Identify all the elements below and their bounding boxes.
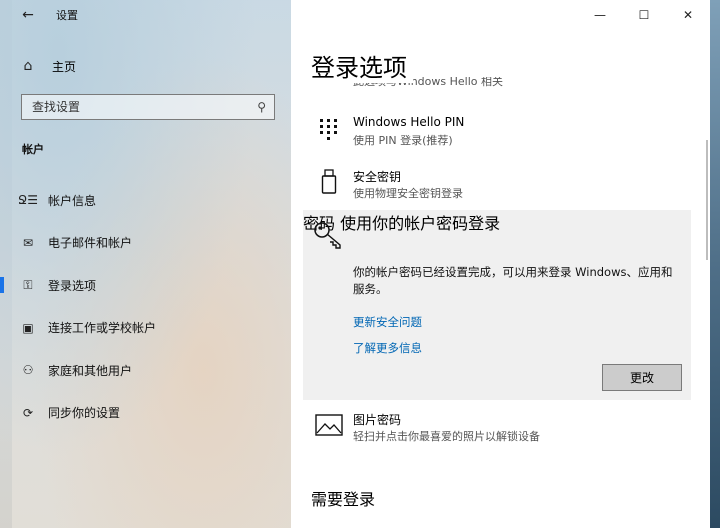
desktop-wallpaper-right bbox=[710, 0, 720, 528]
section-header-require-sign-in: 需要登录 bbox=[311, 490, 376, 509]
learn-more-link[interactable]: 了解更多信息 bbox=[353, 340, 422, 356]
person-list-icon: Ջ☰ bbox=[18, 193, 38, 207]
change-password-button[interactable]: 更改 bbox=[602, 364, 682, 391]
option-title: 图片密码 bbox=[353, 413, 402, 427]
page-title: 登录选项 bbox=[311, 48, 413, 83]
search-input[interactable] bbox=[32, 100, 242, 114]
nav-item-label: 电子邮件和帐户 bbox=[48, 236, 133, 251]
nav-item-sync-settings[interactable]: ⟳ 同步你的设置 bbox=[12, 399, 291, 427]
option-picture-password[interactable]: 图片密码 轻扫并点击你最喜爱的照片以解锁设备 bbox=[303, 410, 691, 446]
option-subtitle: 使用 PIN 登录(推荐) bbox=[353, 134, 453, 147]
usb-key-icon bbox=[315, 167, 343, 197]
nav-item-label: 帐户信息 bbox=[48, 193, 97, 208]
nav-item-email-accounts[interactable]: ✉ 电子邮件和帐户 bbox=[12, 229, 291, 257]
search-box[interactable]: ⚲ bbox=[21, 94, 275, 120]
nav-item-account-info[interactable]: Ջ☰ 帐户信息 bbox=[12, 186, 291, 214]
minimize-icon[interactable]: — bbox=[578, 0, 622, 30]
option-password-expanded[interactable]: 密码 使用你的帐户密码登录 你的帐户密码已经设置完成，可以用来登录 Window… bbox=[303, 210, 691, 400]
nav-list: Ջ☰ 帐户信息 ✉ 电子邮件和帐户 ⚿ 登录选项 ▣ 连接工作或学校帐户 ⚇ 家… bbox=[0, 186, 291, 442]
search-icon[interactable]: ⚲ bbox=[257, 100, 266, 114]
nav-item-work-school[interactable]: ▣ 连接工作或学校帐户 bbox=[12, 314, 291, 342]
briefcase-icon: ▣ bbox=[22, 320, 34, 335]
nav-item-sign-in-options[interactable]: ⚿ 登录选项 bbox=[0, 271, 291, 299]
update-security-questions-link[interactable]: 更新安全问题 bbox=[353, 314, 422, 330]
settings-nav-pane: ← 设置 ⌂ 主页 ⚲ 帐户 Ջ☰ 帐户信息 ✉ 电子邮件和帐户 ⚿ 登录选项 bbox=[0, 0, 291, 528]
option-security-key[interactable]: 安全密钥 使用物理安全密钥登录 bbox=[303, 167, 691, 203]
add-person-icon: ⚇ bbox=[22, 363, 34, 378]
nav-item-label: 登录选项 bbox=[48, 278, 97, 293]
option-subtitle: 使用你的帐户密码登录 bbox=[340, 214, 501, 233]
nav-item-label: 家庭和其他用户 bbox=[48, 363, 133, 378]
option-subtitle: 使用物理安全密钥登录 bbox=[353, 187, 463, 200]
key-icon: ⚿ bbox=[23, 277, 33, 292]
nav-home-label: 主页 bbox=[52, 59, 77, 74]
back-arrow-icon[interactable]: ← bbox=[14, 1, 42, 29]
option-title: Windows Hello PIN bbox=[353, 115, 465, 129]
section-header-accounts: 帐户 bbox=[22, 143, 44, 156]
nav-home[interactable]: ⌂ 主页 bbox=[12, 52, 282, 80]
password-description: 你的帐户密码已经设置完成，可以用来登录 Windows、应用和服务。 bbox=[353, 265, 673, 296]
picture-icon bbox=[315, 410, 343, 440]
home-icon: ⌂ bbox=[23, 58, 33, 74]
window-controls: — ☐ ✕ bbox=[578, 0, 710, 30]
option-title: 安全密钥 bbox=[353, 170, 402, 184]
option-windows-hello-pin[interactable]: Windows Hello PIN 使用 PIN 登录(推荐) bbox=[303, 114, 691, 150]
sync-icon: ⟳ bbox=[22, 405, 34, 420]
title-bar: ← 设置 bbox=[12, 0, 291, 30]
nav-item-label: 连接工作或学校帐户 bbox=[48, 321, 157, 336]
nav-item-label: 同步你的设置 bbox=[48, 406, 121, 421]
nav-item-family-users[interactable]: ⚇ 家庭和其他用户 bbox=[12, 356, 291, 384]
keypad-icon bbox=[315, 114, 343, 144]
maximize-icon[interactable]: ☐ bbox=[622, 0, 666, 30]
mail-icon: ✉ bbox=[22, 235, 34, 250]
option-subtitle: 轻扫并点击你最喜爱的照片以解锁设备 bbox=[353, 430, 540, 443]
close-icon[interactable]: ✕ bbox=[666, 0, 710, 30]
desktop: ← 设置 ⌂ 主页 ⚲ 帐户 Ջ☰ 帐户信息 ✉ 电子邮件和帐户 ⚿ 登录选项 bbox=[0, 0, 720, 528]
app-title: 设置 bbox=[56, 9, 78, 22]
scrollbar[interactable] bbox=[706, 140, 708, 260]
key-icon bbox=[313, 220, 343, 250]
